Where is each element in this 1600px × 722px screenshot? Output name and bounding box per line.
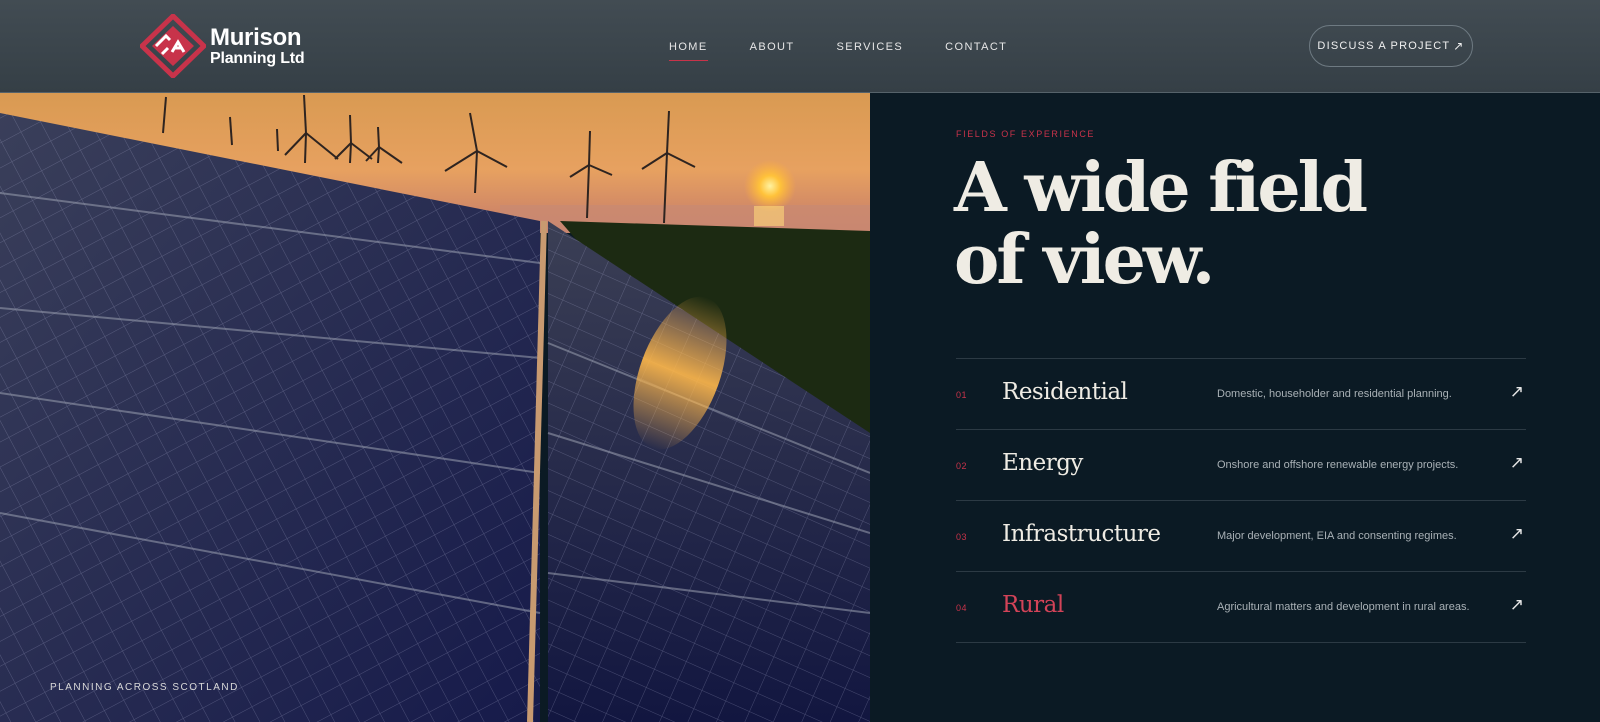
- arrow-up-right-icon: ↗: [1453, 39, 1465, 53]
- field-row-residential[interactable]: 01 Residential Domestic, householder and…: [956, 359, 1526, 430]
- logo[interactable]: Murison Planning Ltd: [140, 14, 305, 78]
- nav-about[interactable]: ABOUT: [750, 41, 795, 61]
- nav-contact[interactable]: CONTACT: [945, 41, 1007, 61]
- fields-list: 01 Residential Domestic, householder and…: [956, 358, 1526, 643]
- arrow-up-right-icon[interactable]: ↗: [1510, 453, 1524, 473]
- field-description: Agricultural matters and development in …: [1217, 601, 1470, 613]
- field-row-energy[interactable]: 02 Energy Onshore and offshore renewable…: [956, 430, 1526, 501]
- field-number: 04: [956, 603, 968, 613]
- arrow-up-right-icon[interactable]: ↗: [1510, 524, 1524, 544]
- discuss-project-button[interactable]: DISCUSS A PROJECT ↗: [1309, 25, 1473, 67]
- site-header: Murison Planning Ltd HOME ABOUT SERVICES…: [0, 0, 1600, 93]
- field-description: Domestic, householder and residential pl…: [1217, 388, 1452, 400]
- main-nav: HOME ABOUT SERVICES CONTACT: [669, 41, 1049, 61]
- field-number: 02: [956, 461, 968, 471]
- nav-home[interactable]: HOME: [669, 41, 708, 61]
- brand-subname: Planning Ltd: [210, 49, 305, 67]
- logo-mark-icon: [140, 14, 206, 78]
- arrow-up-right-icon[interactable]: ↗: [1510, 382, 1524, 402]
- headline-line-1: A wide field: [954, 148, 1368, 228]
- section-eyebrow: FIELDS OF EXPERIENCE: [956, 129, 1096, 139]
- field-row-infrastructure[interactable]: 03 Infrastructure Major development, EIA…: [956, 501, 1526, 572]
- hero-image: PLANNING ACROSS SCOTLAND: [0, 93, 870, 722]
- brand-name: Murison: [210, 23, 302, 51]
- field-number: 03: [956, 532, 968, 542]
- hero-tagline: PLANNING ACROSS SCOTLAND: [50, 682, 239, 693]
- field-description: Onshore and offshore renewable energy pr…: [1217, 459, 1459, 471]
- discuss-project-label: DISCUSS A PROJECT: [1317, 40, 1451, 52]
- field-title: Rural: [1002, 592, 1064, 618]
- arrow-up-right-icon[interactable]: ↗: [1510, 595, 1524, 615]
- field-title: Energy: [1002, 450, 1083, 476]
- field-number: 01: [956, 390, 968, 400]
- field-title: Infrastructure: [1002, 521, 1161, 547]
- nav-services[interactable]: SERVICES: [837, 41, 904, 61]
- solar-field-illustration: [0, 93, 870, 722]
- field-description: Major development, EIA and consenting re…: [1217, 530, 1457, 542]
- section-headline: A wide field of view.: [954, 152, 1454, 296]
- field-title: Residential: [1002, 379, 1128, 405]
- field-row-rural[interactable]: 04 Rural Agricultural matters and develo…: [956, 572, 1526, 643]
- headline-line-2: of view.: [954, 220, 1215, 300]
